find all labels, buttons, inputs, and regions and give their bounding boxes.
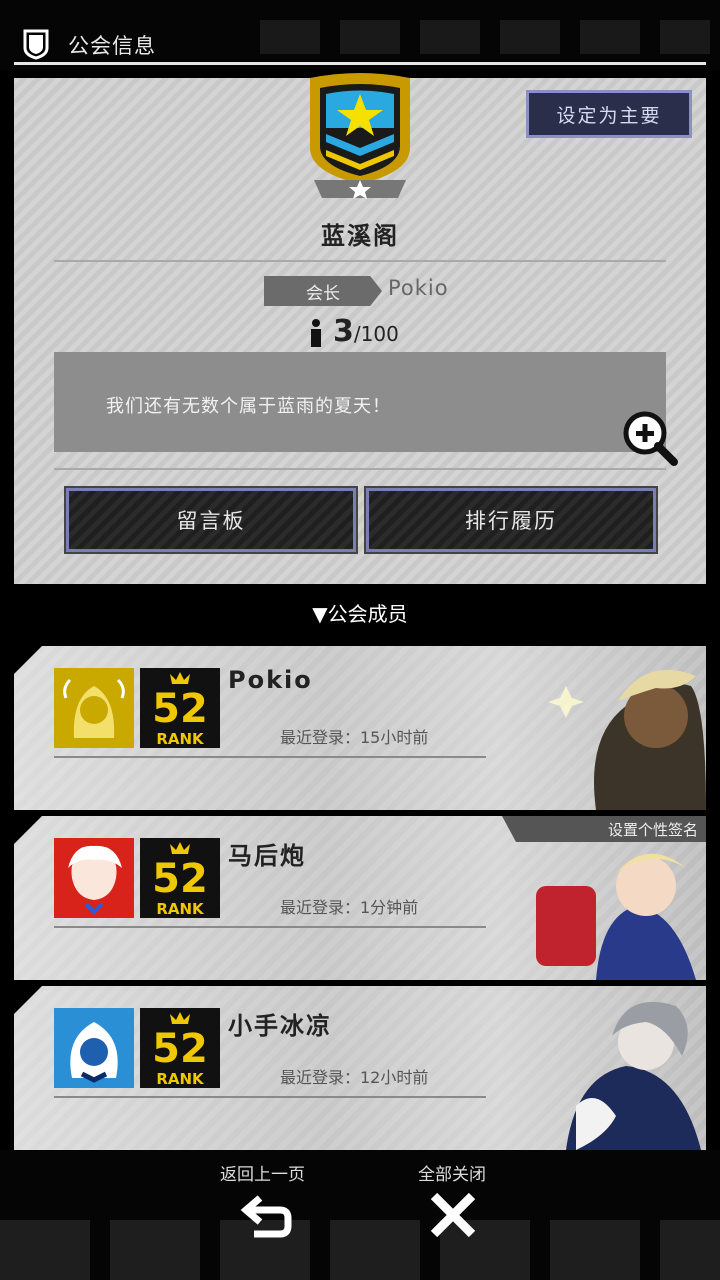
member-count: 3/100 (309, 314, 399, 349)
rank-badge: 52 RANK (140, 668, 220, 748)
member-last-login: 最近登录：1分钟前 (280, 898, 419, 917)
member-divider (54, 926, 486, 928)
member-avatar (54, 668, 134, 748)
member-portrait (548, 669, 706, 810)
rank-word: RANK (156, 900, 205, 918)
member-row[interactable]: 设置个性签名 52 RANK 马后炮 最近登录：1分钟前 (14, 816, 706, 980)
member-max: /100 (353, 322, 399, 346)
member-divider (54, 1096, 486, 1098)
back-label: 返回上一页 (220, 1165, 305, 1185)
member-row[interactable]: 52 RANK Pokio 最近登录：15小时前 (14, 646, 706, 810)
divider (54, 468, 666, 470)
member-avatar (54, 1008, 134, 1088)
member-name: 马后炮 (228, 842, 306, 870)
member-divider (54, 756, 486, 758)
guild-emblem (310, 73, 410, 199)
header-background-pattern (260, 20, 710, 54)
top-header: 公会信息 (0, 0, 720, 70)
member-name: Pokio (228, 666, 313, 694)
members-section-label: ▼公会成员 (312, 602, 408, 626)
set-as-main-button[interactable]: 设定为主要 (526, 90, 692, 138)
rank-badge: 52 RANK (140, 1008, 220, 1088)
rank-word: RANK (156, 1070, 205, 1088)
return-arrow-icon[interactable] (240, 1188, 294, 1242)
member-last-login: 最近登录：15小时前 (280, 728, 429, 747)
guild-info-panel: 设定为主要 蓝溪阁 会长 Pokio 3/100 我们还有无数个属于蓝雨的夏天！… (14, 73, 706, 584)
rank-word: RANK (156, 730, 205, 748)
bottom-background-pattern (0, 1220, 720, 1280)
shield-icon (23, 29, 49, 60)
set-signature-button[interactable]: 设置个性签名 (502, 816, 706, 842)
leader-label: 会长 (264, 276, 382, 306)
divider (54, 260, 666, 262)
rank-number: 52 (152, 856, 208, 902)
guild-notice-text: 我们还有无数个属于蓝雨的夏天！ (106, 396, 391, 417)
message-board-button[interactable]: 留言板 (64, 486, 358, 554)
guild-notice: 我们还有无数个属于蓝雨的夏天！ (54, 352, 666, 452)
zoom-in-icon[interactable] (620, 408, 680, 468)
member-avatar (54, 838, 134, 918)
bottom-bar (0, 1150, 720, 1280)
member-name: 小手冰凉 (228, 1012, 332, 1040)
member-portrait (566, 1001, 701, 1150)
close-all-label: 全部关闭 (418, 1165, 486, 1185)
header-divider (14, 62, 706, 65)
page-title: 公会信息 (68, 34, 156, 58)
rank-number: 52 (152, 1026, 208, 1072)
rank-number: 52 (152, 686, 208, 732)
ranking-history-button[interactable]: 排行履历 (364, 486, 658, 554)
member-last-login: 最近登录：12小时前 (280, 1068, 429, 1087)
leader-name: Pokio (388, 276, 449, 300)
member-count-value: 3 (333, 314, 354, 349)
close-icon[interactable] (426, 1188, 480, 1242)
member-row[interactable]: 52 RANK 小手冰凉 最近登录：12小时前 (14, 986, 706, 1150)
guild-name: 蓝溪阁 (321, 222, 399, 250)
rank-badge: 52 RANK (140, 838, 220, 918)
person-icon (311, 318, 321, 347)
